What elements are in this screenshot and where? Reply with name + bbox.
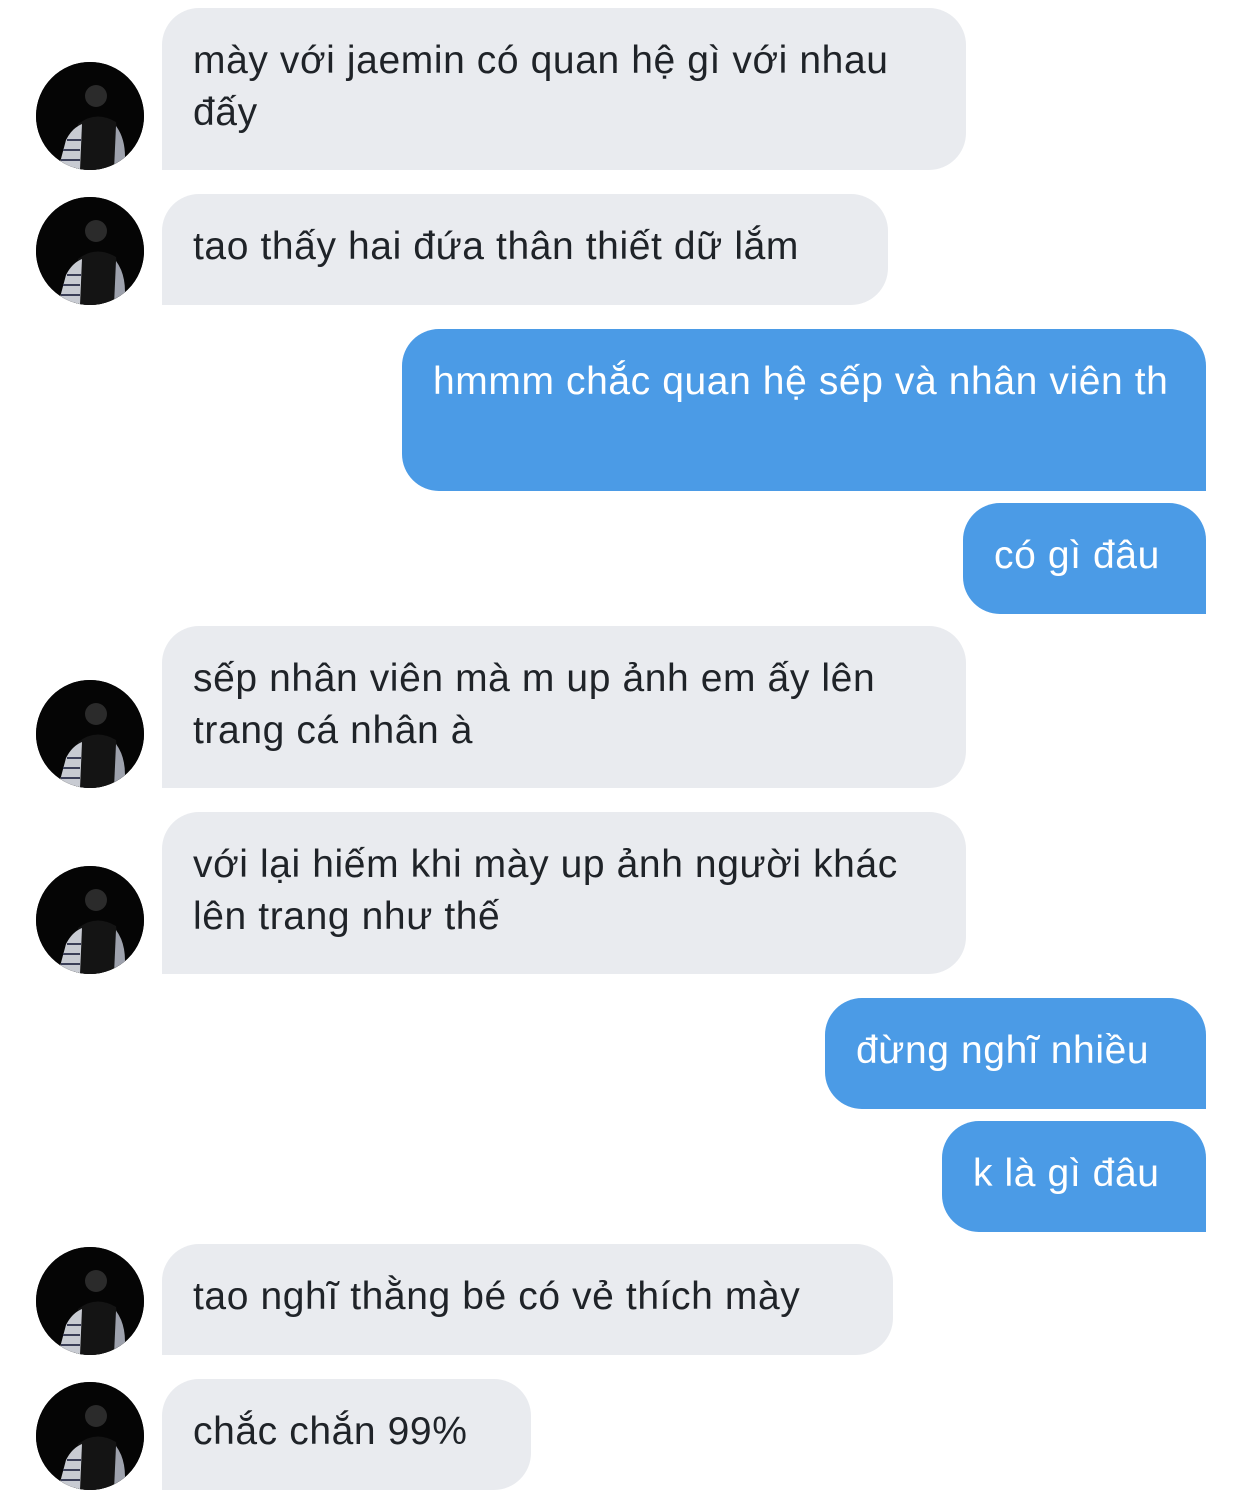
outgoing-message-bubble[interactable]: k là gì đâu bbox=[942, 1121, 1206, 1232]
outgoing-message-bubble[interactable]: hmmm chắc quan hệ sếp và nhân viên th bbox=[402, 329, 1206, 491]
message-text: chắc chắn 99% bbox=[193, 1410, 468, 1453]
incoming-message-bubble[interactable]: mày với jaemin có quan hệ gì với nhau đấ… bbox=[162, 8, 966, 170]
incoming-message-bubble[interactable]: sếp nhân viên mà m up ảnh em ấy lên tran… bbox=[162, 626, 966, 788]
incoming-message-bubble[interactable]: chắc chắn 99% bbox=[162, 1379, 531, 1490]
message-text: hmmm chắc quan hệ sếp và nhân viên th bbox=[433, 360, 1169, 403]
message-text: với lại hiếm khi mày up ảnh người khác l… bbox=[193, 843, 898, 938]
message-text: đừng nghĩ nhiều bbox=[856, 1029, 1150, 1072]
incoming-message-bubble[interactable]: tao thấy hai đứa thân thiết dữ lắm bbox=[162, 194, 888, 305]
message-text: có gì đâu bbox=[994, 534, 1160, 577]
incoming-message-bubble[interactable]: tao nghĩ thằng bé có vẻ thích mày bbox=[162, 1244, 893, 1355]
contact-avatar-icon[interactable] bbox=[36, 866, 144, 974]
contact-avatar-icon[interactable] bbox=[36, 1247, 144, 1355]
message-text: tao nghĩ thằng bé có vẻ thích mày bbox=[193, 1275, 801, 1318]
message-text: sếp nhân viên mà m up ảnh em ấy lên tran… bbox=[193, 657, 876, 752]
contact-avatar-icon[interactable] bbox=[36, 197, 144, 305]
outgoing-message-bubble[interactable]: có gì đâu bbox=[963, 503, 1206, 614]
message-text: mày với jaemin có quan hệ gì với nhau đấ… bbox=[193, 39, 889, 134]
incoming-message-bubble[interactable]: với lại hiếm khi mày up ảnh người khác l… bbox=[162, 812, 966, 974]
contact-avatar-icon[interactable] bbox=[36, 680, 144, 788]
message-text: tao thấy hai đứa thân thiết dữ lắm bbox=[193, 225, 799, 268]
outgoing-message-bubble[interactable]: đừng nghĩ nhiều bbox=[825, 998, 1206, 1109]
contact-avatar-icon[interactable] bbox=[36, 62, 144, 170]
contact-avatar-icon[interactable] bbox=[36, 1382, 144, 1490]
message-text: k là gì đâu bbox=[973, 1152, 1160, 1195]
